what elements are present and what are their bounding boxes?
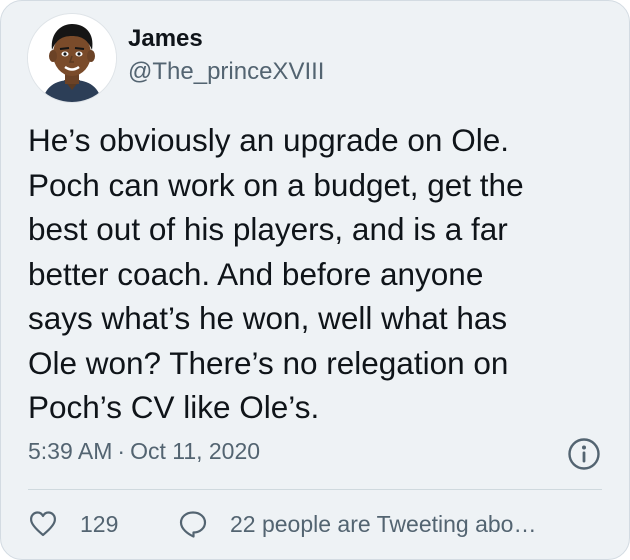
avatar[interactable] <box>27 13 117 103</box>
tweet-card: James @The_princeXVIII He’s obviously an… <box>0 0 630 560</box>
speech-bubble-icon <box>179 511 207 538</box>
like-count: 129 <box>80 510 119 537</box>
cartoon-avatar-icon <box>28 14 116 102</box>
tweet-line: Poch can work on a budget, get the <box>28 166 524 203</box>
tweeting-about-text: 22 people are Tweeting abo… <box>230 510 537 537</box>
timestamp-separator: · <box>117 438 126 464</box>
divider <box>28 489 602 490</box>
tweet-time: 5:39 AM <box>28 438 113 464</box>
tweet-date: Oct 11, 2020 <box>130 438 261 464</box>
tweet-line: He’s obviously an upgrade on Ole. <box>28 122 509 158</box>
tweet-timestamp[interactable]: 5:39 AM · Oct 11, 2020 <box>28 438 260 465</box>
author-name[interactable]: James <box>128 25 203 53</box>
info-icon[interactable] <box>567 437 601 471</box>
like-button[interactable]: 129 <box>28 506 118 542</box>
tweet-line: Poch’s CV like Ole’s. <box>28 389 320 425</box>
tweet-line: says what’s he won, well what has <box>28 300 508 336</box>
heart-icon <box>30 511 56 537</box>
tweet-line: best out of his players, and is a far <box>28 211 508 247</box>
tweet-line: Ole won? There’s no relegation on <box>28 344 509 381</box>
tweet-text: He’s obviously an upgrade on Ole. Poch c… <box>28 118 618 430</box>
tweet-line: better coach. And before anyone <box>28 255 484 292</box>
tweeting-about-link[interactable]: 22 people are Tweeting abo… <box>178 506 536 542</box>
author-handle[interactable]: @The_princeXVIII <box>128 58 324 86</box>
